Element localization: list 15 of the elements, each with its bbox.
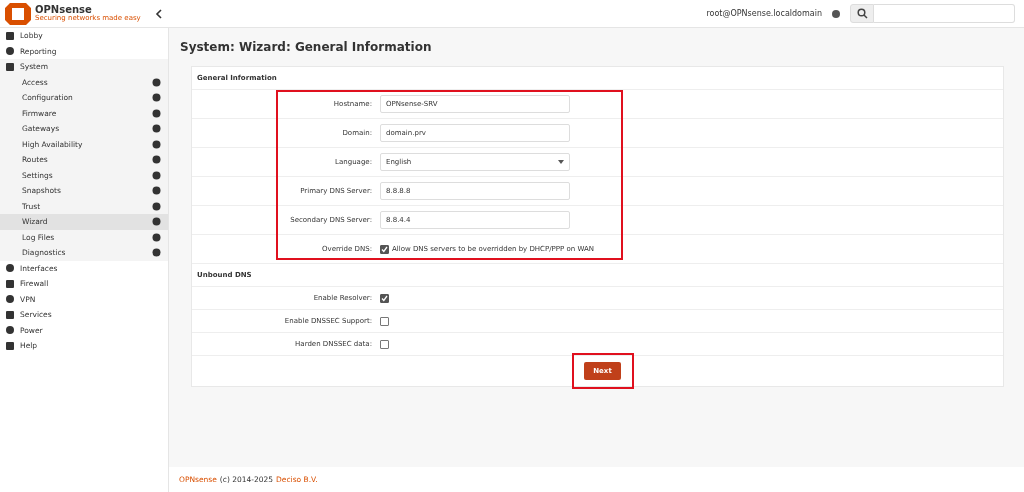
status-dot-icon bbox=[832, 9, 840, 18]
user-name[interactable]: root@OPNsense.localdomain bbox=[706, 9, 822, 18]
circle-icon bbox=[152, 201, 161, 211]
checkbox[interactable] bbox=[380, 316, 389, 326]
chevron-left-icon[interactable] bbox=[154, 8, 163, 19]
logo-icon bbox=[5, 2, 31, 25]
checkbox[interactable] bbox=[380, 244, 389, 254]
page-title: System: Wizard: General Information bbox=[180, 40, 433, 54]
search-icon[interactable] bbox=[856, 8, 868, 19]
caret-icon bbox=[558, 160, 564, 164]
search-field[interactable] bbox=[874, 4, 1015, 23]
checkbox[interactable] bbox=[380, 293, 389, 303]
checkbox[interactable] bbox=[380, 339, 389, 349]
logo-name: OPNsense bbox=[35, 5, 93, 15]
search-button[interactable] bbox=[850, 4, 874, 23]
